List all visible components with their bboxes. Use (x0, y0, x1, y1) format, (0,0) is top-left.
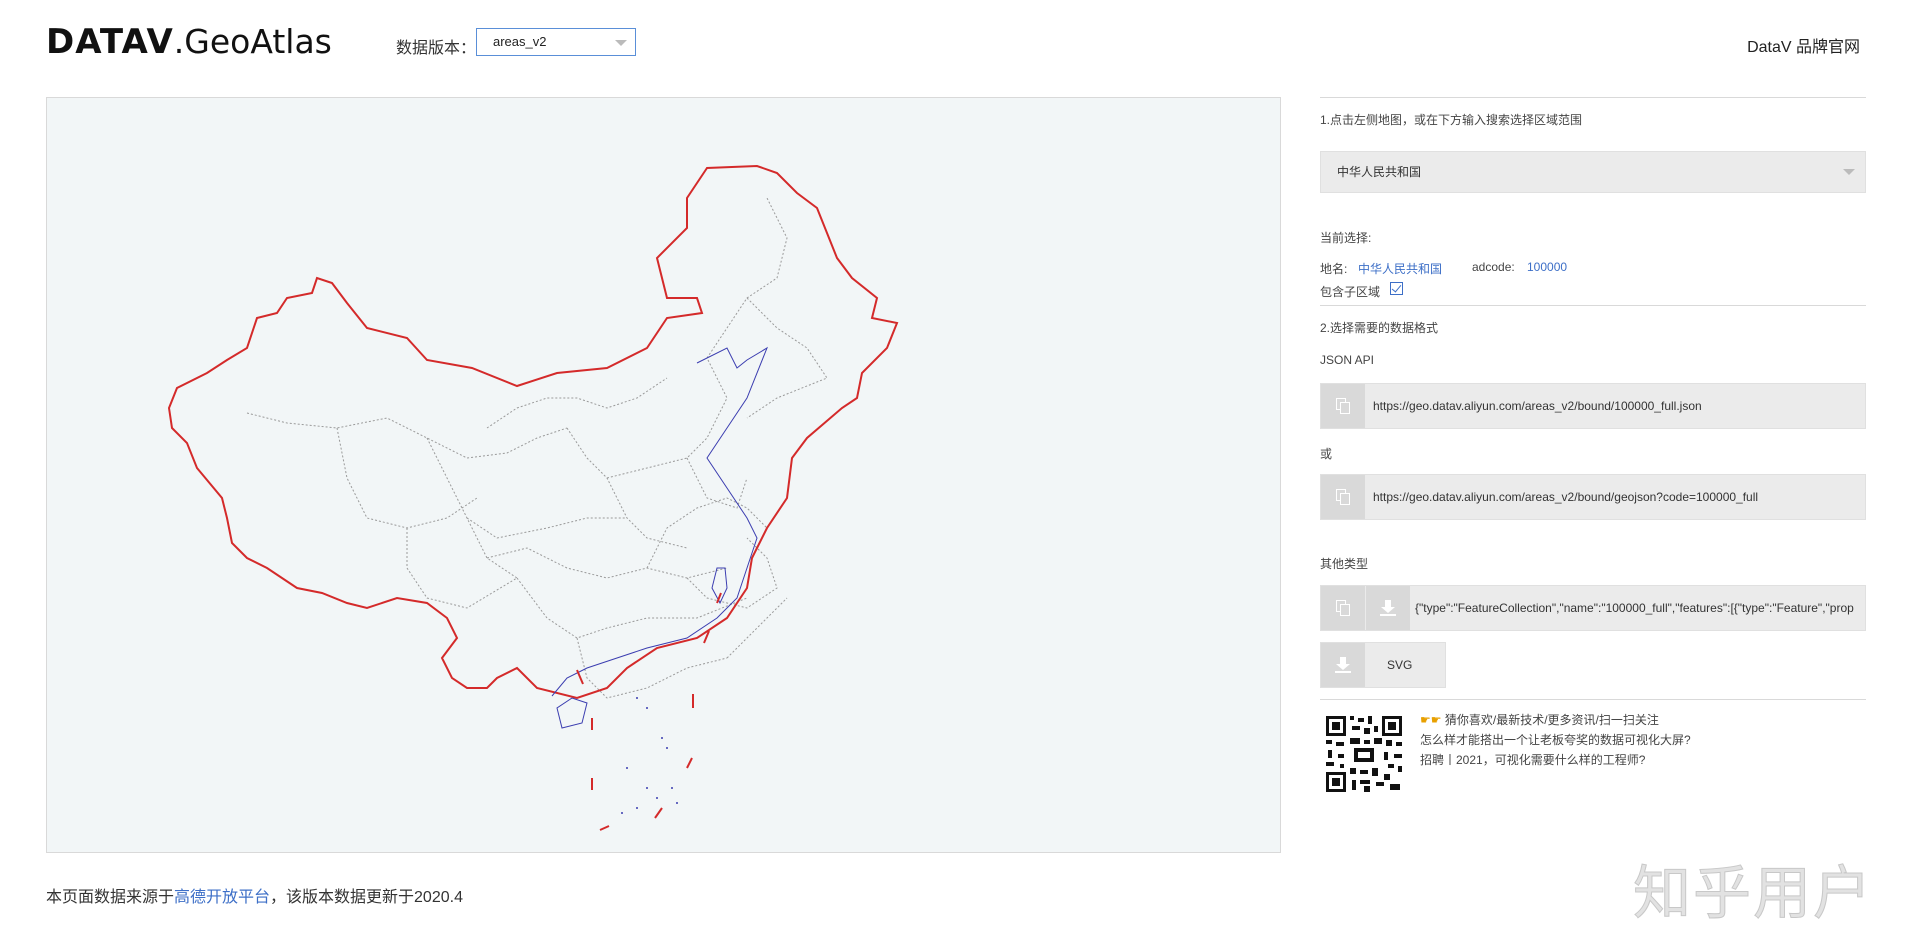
national-border (167, 164, 899, 700)
name-label: 地名: (1320, 262, 1348, 276)
chevron-down-icon (1843, 169, 1855, 175)
promo-line-1[interactable]: ☛☛ 猜你喜欢/最新技术/更多资讯/扫一扫关注 (1420, 711, 1659, 728)
copy-button[interactable] (1321, 384, 1365, 428)
step2-text: 2.选择需要的数据格式 (1320, 321, 1439, 335)
other-types-label: 其他类型 (1320, 557, 1369, 571)
region-select[interactable]: 中华人民共和国 (1320, 151, 1866, 193)
divider (1320, 305, 1866, 306)
include-sub-label: 包含子区域 (1320, 285, 1381, 299)
url-box-2: https://geo.datav.aliyun.com/areas_v2/bo… (1320, 474, 1866, 520)
region-select-value: 中华人民共和国 (1337, 165, 1422, 179)
download-icon (1380, 600, 1396, 616)
logo-light-text: .GeoAtlas (173, 22, 332, 61)
promo-line-2[interactable]: 怎么样才能搭出一个让老板夸奖的数据可视化大屏? (1420, 731, 1691, 748)
json-api-label: JSON API (1320, 353, 1375, 367)
watermark: 知乎用户 (1632, 859, 1874, 928)
footer-text: 本页面数据来源于高德开放平台，该版本数据更新于2020.4 (46, 883, 463, 907)
promo-line-1-text: 猜你喜欢/最新技术/更多资讯/扫一扫关注 (1444, 713, 1659, 727)
version-select[interactable]: areas_v2 (476, 28, 636, 56)
current-selection-label: 当前选择: (1320, 231, 1372, 245)
version-label: 数据版本： (396, 40, 477, 57)
qr-code-icon (1324, 714, 1404, 794)
divider (1320, 97, 1866, 98)
download-icon (1335, 657, 1351, 673)
adcode-value: 100000 (1527, 260, 1568, 274)
amap-link[interactable]: 高德开放平台 (174, 889, 270, 906)
version-select-value: areas_v2 (493, 34, 547, 49)
nine-dash-line (576, 592, 722, 831)
copy-button[interactable] (1321, 475, 1365, 519)
url-text-2[interactable]: https://geo.datav.aliyun.com/areas_v2/bo… (1373, 475, 1758, 519)
name-value: 中华人民共和国 (1358, 262, 1443, 276)
logo-bold-text: DATAV (46, 22, 174, 62)
hainan-island (556, 697, 588, 729)
geojson-preview[interactable]: {"type":"FeatureCollection","name":"1000… (1415, 586, 1863, 630)
download-icon-wrap (1321, 643, 1365, 687)
copy-button[interactable] (1321, 586, 1365, 630)
south-sea-islands (621, 697, 678, 814)
footer-prefix: 本页面数据来源于 (46, 889, 175, 906)
province-boundaries (246, 197, 828, 699)
url-text-1[interactable]: https://geo.datav.aliyun.com/areas_v2/bo… (1373, 384, 1702, 428)
datav-logo[interactable]: DATAV .GeoAtlas (46, 22, 332, 62)
download-button[interactable] (1366, 586, 1410, 630)
map-panel[interactable] (46, 97, 1281, 853)
copy-icon (1336, 600, 1350, 616)
copy-icon (1336, 398, 1350, 414)
footer-suffix: ，该版本数据更新于2020.4 (270, 889, 463, 906)
brand-site-link[interactable]: DataV 品牌官网 (1747, 33, 1860, 57)
url-box-1: https://geo.datav.aliyun.com/areas_v2/bo… (1320, 383, 1866, 429)
promo-line-3[interactable]: 招聘丨2021，可视化需要什么样的工程师? (1420, 751, 1645, 768)
svg-label: SVG (1387, 658, 1413, 672)
divider (1320, 699, 1866, 700)
china-map[interactable] (47, 98, 1282, 854)
svg-download-button[interactable]: SVG (1320, 642, 1446, 688)
or-label: 或 (1320, 447, 1333, 461)
include-sub-checkbox[interactable] (1390, 282, 1403, 295)
pointing-hand-icon: ☛☛ (1420, 713, 1445, 727)
geojson-box: {"type":"FeatureCollection","name":"1000… (1320, 585, 1866, 631)
adcode-label: adcode: (1472, 260, 1515, 274)
step1-text: 1.点击左侧地图，或在下方输入搜索选择区域范围 (1320, 113, 1583, 127)
chevron-down-icon (615, 40, 627, 46)
copy-icon (1336, 489, 1350, 505)
